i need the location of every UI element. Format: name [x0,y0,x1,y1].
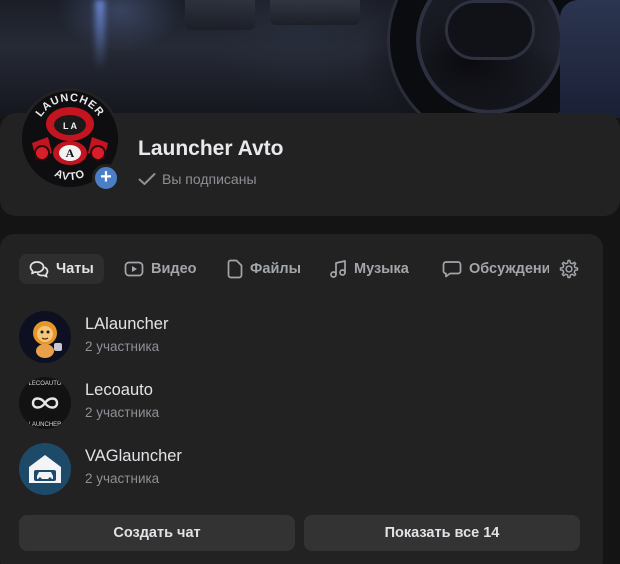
tab-label: Чаты [56,261,94,277]
cover-person [560,0,620,118]
chat-avatar-infinity: LECOAUTO LAUNCHER [19,377,71,429]
gear-icon[interactable] [558,258,580,280]
group-name: Launcher Avto [138,137,284,160]
tab-chats[interactable]: Чаты [19,254,104,284]
avatar-text-bottom: LAUNCHER [28,422,62,428]
tab-music[interactable]: Музыка [319,254,419,284]
cover-steering-hub [445,0,535,60]
cover-vent [270,0,360,25]
svg-text:A: A [66,146,75,160]
chat-members: 2 участника [85,471,160,486]
tab-label: Обсуждения [469,261,549,277]
video-play-icon [124,261,144,277]
music-note-icon [330,260,346,278]
tab-label: Файлы [250,261,301,277]
chat-title: LAlauncher [85,315,169,333]
discussion-bubble-icon [442,261,462,278]
tab-files[interactable]: Файлы [217,254,311,284]
chat-title: VAGlauncher [85,447,182,465]
tabs-bar: Чаты Видео Файлы Музыка Обсуждения [19,254,549,284]
cover-light [95,0,105,70]
chat-members: 2 участника [85,405,160,420]
subscription-label: Вы подписаны [162,171,257,187]
chat-item[interactable]: VAGlauncher 2 участника [19,443,579,497]
cover-vent [185,0,255,30]
create-chat-button[interactable]: Создать чат [19,515,295,551]
chat-avatar-lion [19,311,71,363]
chat-avatar-garage [19,443,71,495]
chat-title: Lecoauto [85,381,153,399]
chat-bubbles-icon [29,261,49,278]
chat-item[interactable]: LECOAUTO LAUNCHER Lecoauto 2 участника [19,377,579,431]
subscription-status[interactable]: Вы подписаны [138,171,257,187]
tab-label: Музыка [354,261,409,277]
add-avatar-button[interactable]: + [92,164,120,192]
tab-discussions[interactable]: Обсуждения [432,254,549,284]
avatar-text-mid: L A [63,121,78,131]
tab-label: Видео [151,261,197,277]
tab-video[interactable]: Видео [114,254,207,284]
file-icon [227,259,243,279]
chat-item[interactable]: LAlauncher 2 участника [19,311,579,365]
checkmark-icon [138,173,156,185]
show-all-chats-button[interactable]: Показать все 14 [304,515,580,551]
avatar-text-top: LECOAUTO [29,381,62,387]
chat-members: 2 участника [85,339,160,354]
